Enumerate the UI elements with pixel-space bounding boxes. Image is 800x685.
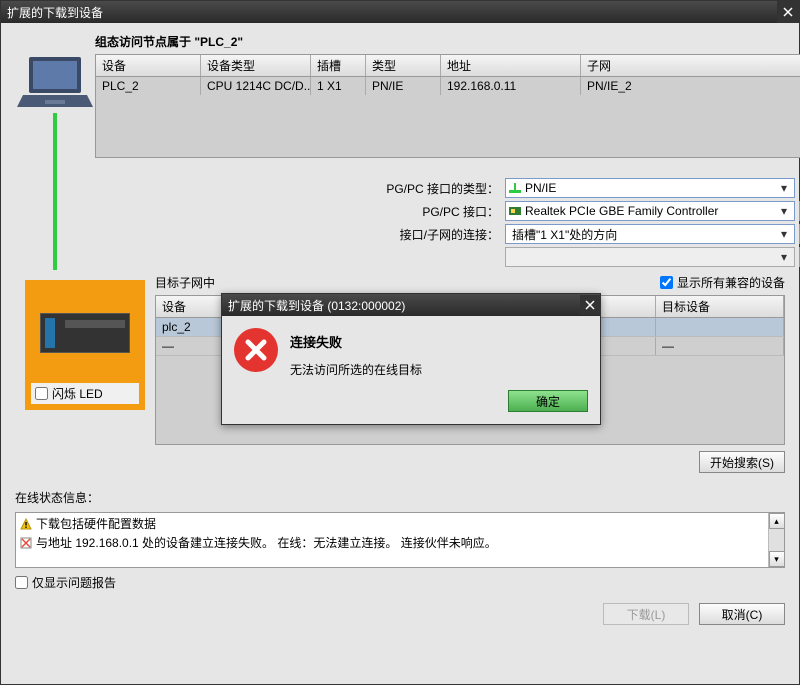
status-title: 在线状态信息： [15, 489, 785, 506]
error-icon [20, 537, 32, 549]
chevron-down-icon: ▾ [776, 181, 792, 195]
scroll-up-icon[interactable]: ▴ [769, 513, 785, 529]
pgpc-type-label: PG/PC 接口的类型： [95, 180, 505, 197]
title-text: 扩展的下载到设备 [7, 4, 103, 21]
blink-led-checkbox[interactable] [35, 387, 48, 400]
cancel-button[interactable]: 取消(C) [699, 603, 785, 625]
col-addr: 地址 [441, 55, 581, 76]
laptop-icon [15, 53, 95, 113]
modal-titlebar: 扩展的下载到设备 (0132:000002) [222, 294, 600, 316]
start-search-button[interactable]: 开始搜索(S) [699, 451, 785, 473]
col-slot: 插槽 [311, 55, 366, 76]
plc-module-icon [40, 313, 130, 353]
only-problems-label: 仅显示问题报告 [32, 574, 116, 591]
device-preview: 闪烁 LED [25, 280, 145, 410]
pgpc-if-dropdown[interactable]: Realtek PCIe GBE Family Controller ▾ [505, 201, 795, 221]
targets-label: 目标子网中 [155, 274, 215, 291]
config-title: 组态访问节点属于 "PLC_2" [95, 33, 800, 50]
chevron-down-icon: ▾ [776, 204, 792, 218]
conn-label: 接口/子网的连接： [95, 226, 505, 243]
content: 组态访问节点属于 "PLC_2" 设备 设备类型 插槽 类型 地址 子网 PLC… [1, 23, 799, 684]
download-button: 下载(L) [603, 603, 689, 625]
col-device: 设备 [96, 55, 201, 76]
chevron-down-icon: ▾ [776, 250, 792, 264]
status-line: 与地址 192.168.0.1 处的设备建立连接失败。 在线：无法建立连接。 连… [20, 534, 764, 551]
modal-message: 无法访问所选的在线目标 [290, 361, 422, 378]
nic-icon [508, 204, 522, 218]
conn-dropdown[interactable]: 插槽"1 X1"处的方向 ▾ [505, 224, 795, 244]
titlebar: 扩展的下载到设备 [1, 1, 799, 23]
col-ntype: 类型 [366, 55, 441, 76]
table-row[interactable]: PLC_2 CPU 1214C DC/D... 1 X1 PN/IE 192.1… [96, 77, 800, 95]
error-modal: 扩展的下载到设备 (0132:000002) 连接失败 无法访问所选的在线目标 … [221, 293, 601, 425]
ok-button[interactable]: 确定 [508, 390, 588, 412]
scroll-down-icon[interactable]: ▾ [769, 551, 785, 567]
laptop-graphic [15, 33, 95, 270]
col-subnet: 子网 [581, 55, 800, 76]
status-line: 下载包括硬件配置数据 [20, 515, 764, 532]
blink-led-label: 闪烁 LED [52, 385, 103, 402]
close-icon[interactable] [580, 295, 600, 315]
warning-icon [20, 518, 32, 530]
show-compat-label: 显示所有兼容的设备 [677, 274, 785, 291]
pgpc-type-dropdown[interactable]: PN/IE ▾ [505, 178, 795, 198]
show-compat-checkbox[interactable] [660, 276, 673, 289]
chevron-down-icon: ▾ [776, 227, 792, 241]
close-icon[interactable] [777, 1, 799, 23]
gw-dropdown: ▾ [505, 247, 795, 267]
scrollbar[interactable]: ▴ ▾ [768, 513, 784, 567]
pgpc-if-label: PG/PC 接口： [95, 203, 505, 220]
status-box: 下载包括硬件配置数据 与地址 192.168.0.1 处的设备建立连接失败。 在… [15, 512, 785, 568]
modal-header: 连接失败 [290, 332, 422, 351]
config-table: 设备 设备类型 插槽 类型 地址 子网 PLC_2 CPU 1214C DC/D… [95, 54, 800, 158]
error-icon [234, 328, 278, 372]
col-type: 设备类型 [201, 55, 311, 76]
only-problems-checkbox[interactable] [15, 576, 28, 589]
modal-title: 扩展的下载到设备 (0132:000002) [228, 297, 405, 314]
network-icon [508, 181, 522, 195]
download-dialog: 扩展的下载到设备 组态访问节点属于 "PLC_2" 设备 [0, 0, 800, 685]
